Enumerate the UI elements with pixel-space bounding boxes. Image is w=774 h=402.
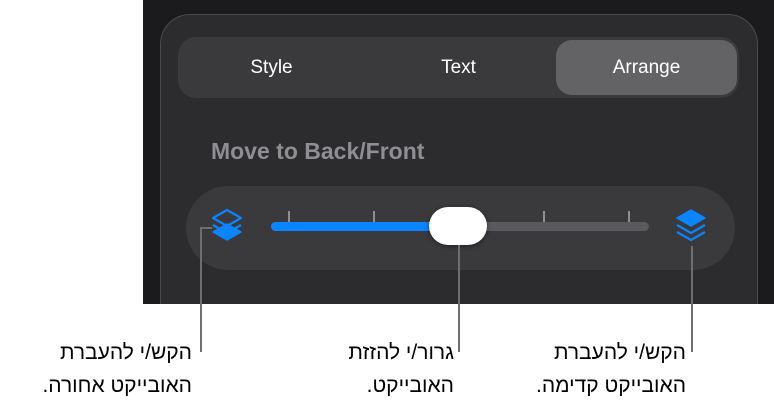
callout-drag-text: גרור/י להזזת האובייקט. <box>348 336 454 402</box>
segmented-control: Style Text Arrange <box>178 37 739 98</box>
callout-drag-line <box>458 245 460 352</box>
callout-back-text: הקש/י להעברת האובייקט אחורה. <box>42 336 192 402</box>
section-title: Move to Back/Front <box>211 138 425 164</box>
tab-arrange[interactable]: Arrange <box>556 40 737 95</box>
screenshot-stage: Style Text Arrange Move to Back/Front הק… <box>0 0 774 402</box>
slider-thumb[interactable] <box>429 207 487 245</box>
layers-back-icon[interactable] <box>210 208 244 244</box>
slider-tick <box>373 211 375 222</box>
callout-drag-line2: האובייקט. <box>366 374 454 397</box>
slider-tick <box>628 211 630 222</box>
callout-front-text: הקש/י להעברת האובייקט קדימה. <box>536 336 686 402</box>
slider-tick <box>543 211 545 222</box>
slider-tick <box>288 211 290 222</box>
callout-drag-line1: גרור/י להזזת <box>348 341 454 364</box>
callout-back-line <box>200 227 202 352</box>
callout-back-line2: האובייקט אחורה. <box>42 374 192 397</box>
callout-back-line1: הקש/י להעברת <box>59 341 192 364</box>
callout-front-line1: הקש/י להעברת <box>553 341 686 364</box>
layers-front-icon[interactable] <box>674 208 708 244</box>
callout-front-line <box>691 246 693 352</box>
tab-text[interactable]: Text <box>365 37 552 98</box>
tab-style[interactable]: Style <box>178 37 365 98</box>
callout-front-line2: האובייקט קדימה. <box>536 374 686 397</box>
